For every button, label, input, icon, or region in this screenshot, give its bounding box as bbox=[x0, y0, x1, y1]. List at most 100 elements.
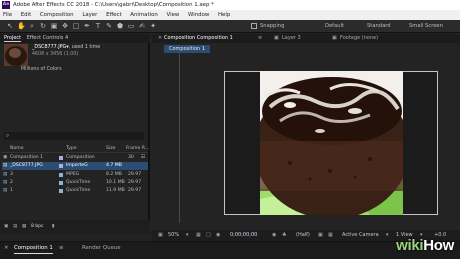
close-icon[interactable]: ✕ bbox=[158, 34, 162, 43]
camera-view-select[interactable]: Active Camera bbox=[342, 230, 379, 241]
chevron-down-icon[interactable]: ▾ bbox=[186, 230, 189, 241]
label-color-tag[interactable] bbox=[59, 173, 63, 177]
project-item-row[interactable]: ▣ Composition 1 Composition 30 ☷ bbox=[2, 154, 148, 162]
rectangle-tool-icon[interactable]: □ bbox=[72, 22, 80, 30]
zoom-level[interactable]: 50% bbox=[168, 230, 179, 241]
image-footage-icon: ▤ bbox=[3, 163, 8, 168]
item-name: Composition 1 bbox=[10, 155, 44, 160]
selection-tool-icon[interactable]: ↖ bbox=[6, 22, 14, 30]
video-footage-icon: ▤ bbox=[3, 172, 8, 177]
tab-footage[interactable]: Footage (none) bbox=[340, 34, 378, 43]
always-preview-icon[interactable]: ▣ bbox=[158, 230, 163, 241]
label-color-tag[interactable] bbox=[59, 156, 63, 160]
column-type[interactable]: Type bbox=[66, 145, 77, 153]
project-search-input[interactable]: ⌕ bbox=[4, 132, 144, 140]
zoom-tool-icon[interactable]: ⌕ bbox=[28, 22, 36, 30]
column-frame-rate[interactable]: Frame R... bbox=[126, 145, 149, 153]
snapping-label: Snapping bbox=[260, 23, 285, 29]
project-item-row[interactable]: ▤ 2 QuickTime 10.1 MB 29.97 bbox=[2, 179, 148, 187]
menu-help[interactable]: Help bbox=[218, 12, 230, 18]
snapping-checkbox[interactable] bbox=[251, 23, 257, 29]
label-color-tag[interactable] bbox=[59, 164, 63, 168]
pen-tool-icon[interactable]: ✒ bbox=[83, 22, 91, 30]
viewer-guide-line bbox=[179, 53, 180, 223]
item-frame-rate: 30 bbox=[128, 155, 134, 160]
menu-layer[interactable]: Layer bbox=[82, 12, 97, 18]
watermark-prefix: wiki bbox=[396, 237, 424, 254]
item-type: QuickTime bbox=[66, 188, 91, 193]
item-type: MPEG bbox=[66, 172, 80, 177]
workspace-default[interactable]: Default bbox=[325, 20, 344, 33]
project-panel: Project Effect Controls 4 _DSC8777.JPG▾,… bbox=[0, 34, 150, 234]
cake-image bbox=[260, 71, 403, 215]
tab-composition[interactable]: Composition Composition 1 bbox=[164, 34, 233, 43]
grid-icon[interactable]: ▦ bbox=[196, 230, 201, 241]
column-name[interactable]: Name bbox=[10, 145, 24, 153]
region-of-interest-icon[interactable]: ▣ bbox=[318, 230, 323, 241]
video-footage-icon: ▤ bbox=[3, 188, 8, 193]
transparency-grid-icon[interactable]: ▦ bbox=[328, 230, 333, 241]
menu-window[interactable]: Window bbox=[188, 12, 209, 18]
project-item-row[interactable]: ▤ 1 QuickTime 11.9 MB 29.97 bbox=[2, 187, 148, 195]
color-channel-icon[interactable]: ♣ bbox=[282, 230, 286, 241]
camera-icon[interactable]: ◉ bbox=[272, 230, 276, 241]
workspace-standard[interactable]: Standard bbox=[367, 20, 391, 33]
menu-icon[interactable]: ≡ bbox=[258, 34, 262, 43]
project-item-row[interactable]: ▤ 3 MPEG 8.2 MB 29.97 bbox=[2, 171, 148, 179]
menu-icon[interactable]: ≡ bbox=[59, 244, 64, 253]
item-name: 1 bbox=[10, 188, 13, 193]
label-color-tag[interactable] bbox=[59, 181, 63, 185]
brush-tool-icon[interactable]: ✎ bbox=[105, 22, 113, 30]
tab-layer[interactable]: Layer 3 bbox=[282, 34, 301, 43]
footage-thumbnail bbox=[4, 44, 28, 66]
item-name: 3 bbox=[10, 172, 13, 177]
cake-photo-layer[interactable] bbox=[260, 71, 403, 215]
roto-brush-tool-icon[interactable]: ✍ bbox=[138, 22, 146, 30]
eraser-tool-icon[interactable]: ▭ bbox=[127, 22, 135, 30]
column-size[interactable]: Size bbox=[106, 145, 115, 153]
menu-animation[interactable]: Animation bbox=[130, 12, 157, 18]
timeline-tabs: ✕ Composition 1 ≡ Render Queue bbox=[0, 241, 460, 259]
pan-behind-tool-icon[interactable]: ✥ bbox=[61, 22, 69, 30]
close-icon[interactable]: ✕ bbox=[4, 244, 9, 253]
footage-icon: ▣ bbox=[332, 35, 337, 41]
menu-file[interactable]: File bbox=[3, 12, 12, 18]
type-tool-icon[interactable]: T bbox=[94, 22, 102, 30]
menu-composition[interactable]: Composition bbox=[40, 12, 74, 18]
menu-view[interactable]: View bbox=[167, 12, 180, 18]
resolution-select[interactable]: (Half) bbox=[296, 230, 310, 241]
item-type: ImporteG bbox=[66, 163, 88, 168]
workspace-small-screen[interactable]: Small Screen bbox=[409, 20, 443, 33]
puppet-tool-icon[interactable]: ✦ bbox=[149, 22, 157, 30]
delete-icon[interactable]: ▮ bbox=[52, 220, 54, 234]
label-color-tag[interactable] bbox=[59, 189, 63, 193]
selected-item-dimensions: 4608 x 3456 (1.00) bbox=[32, 52, 79, 57]
bpc-label[interactable]: 8 bpc bbox=[31, 220, 43, 234]
new-folder-icon[interactable]: ▤ bbox=[13, 220, 17, 234]
item-type: QuickTime bbox=[66, 180, 91, 185]
clone-stamp-tool-icon[interactable]: ⬟ bbox=[116, 22, 124, 30]
item-name: 2 bbox=[10, 180, 13, 185]
tab-effect-controls[interactable]: Effect Controls 4 bbox=[27, 35, 68, 41]
project-item-row[interactable]: ▤ _DSC8777.JPG ImporteG 4.7 MB bbox=[2, 162, 148, 170]
active-composition-label[interactable]: Composition 1 bbox=[164, 45, 210, 53]
flowchart-icon[interactable]: ☷ bbox=[141, 154, 145, 162]
tab-project[interactable]: Project bbox=[4, 35, 22, 42]
tab-timeline-composition[interactable]: Composition 1 bbox=[14, 244, 53, 254]
title-bar: Ae Adobe After Effects CC 2018 - C:\Users… bbox=[0, 0, 460, 10]
thumbnail-highlight-shape bbox=[9, 48, 21, 58]
chevron-down-icon[interactable]: ▾ bbox=[386, 230, 389, 241]
mask-icon[interactable]: □ bbox=[206, 230, 211, 241]
hand-tool-icon[interactable]: ✋ bbox=[17, 22, 26, 30]
new-composition-icon[interactable]: ▦ bbox=[22, 220, 26, 234]
camera-tool-icon[interactable]: ▣ bbox=[50, 22, 58, 30]
tab-render-queue[interactable]: Render Queue bbox=[82, 244, 121, 253]
timecode-display[interactable]: 0;00;00;00 bbox=[230, 230, 257, 241]
snapshot-icon[interactable]: ◉ bbox=[216, 230, 220, 241]
interpret-footage-icon[interactable]: ▣ bbox=[4, 220, 8, 234]
layer-icon: ▣ bbox=[274, 35, 279, 41]
tools-toolbar: ↖ ✋ ⌕ ↻ ▣ ✥ □ ✒ T ✎ ⬟ ▭ ✍ ✦ Snapping Def… bbox=[0, 20, 460, 33]
menu-effect[interactable]: Effect bbox=[106, 12, 122, 18]
menu-edit[interactable]: Edit bbox=[21, 12, 31, 18]
rotate-tool-icon[interactable]: ↻ bbox=[39, 22, 47, 30]
